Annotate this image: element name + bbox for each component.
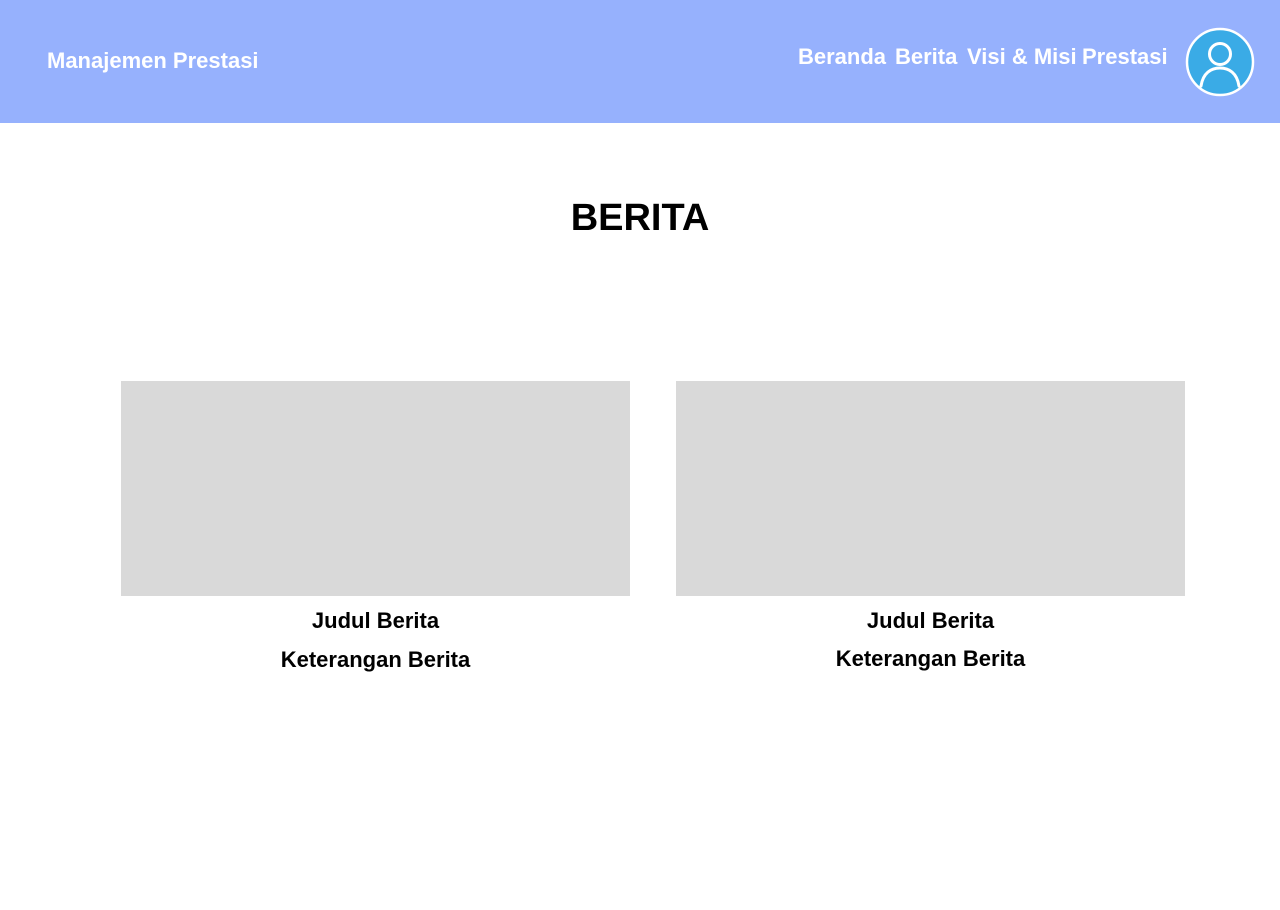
news-card[interactable]: Judul Berita Keterangan Berita [121, 381, 630, 672]
page-title: BERITA [570, 197, 710, 239]
news-description: Keterangan Berita [835, 646, 1026, 671]
news-description: Keterangan Berita [280, 647, 471, 672]
news-image-placeholder[interactable] [121, 381, 630, 596]
profile-avatar-button[interactable] [1185, 27, 1255, 97]
news-title[interactable]: Judul Berita [676, 607, 1185, 635]
news-title[interactable]: Judul Berita [121, 607, 630, 635]
news-card[interactable]: Judul Berita Keterangan Berita [676, 381, 1185, 671]
user-icon [1185, 27, 1255, 97]
nav-link-prestasi[interactable]: Prestasi [1082, 43, 1168, 71]
nav-link-berita[interactable]: Berita [895, 43, 957, 71]
top-navbar: Manajemen Prestasi Beranda Berita Visi &… [0, 0, 1280, 123]
news-image-placeholder[interactable] [676, 381, 1185, 596]
brand-title[interactable]: Manajemen Prestasi [47, 47, 259, 75]
nav-link-beranda[interactable]: Beranda [798, 43, 886, 71]
nav-link-visi-misi[interactable]: Visi & Misi [967, 43, 1077, 71]
